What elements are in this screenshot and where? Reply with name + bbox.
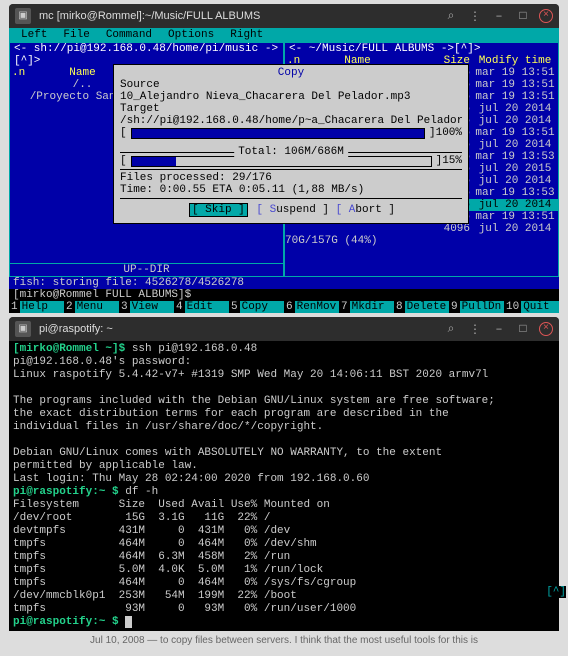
terminal-icon: ▣ <box>15 321 31 337</box>
term-titlebar: ▣ pi@raspotify: ~ ⌕ ⋮ – □ × <box>9 317 559 341</box>
term-line: permitted by applicable law. <box>13 460 198 472</box>
fkey-mkdir[interactable]: 7Mkdir <box>339 301 394 313</box>
copy-dialog: Copy Source 10_Alejandro Nieva_Chacarera… <box>113 64 469 224</box>
fkey-quit[interactable]: 10Quit <box>504 301 559 313</box>
shell-prompt[interactable]: [mirko@Rommel FULL ALBUMS]$ [^] <box>9 289 559 301</box>
menu-file[interactable]: File <box>55 29 97 41</box>
left-status: UP--DIR <box>10 263 283 276</box>
search-icon[interactable]: ⌕ <box>443 8 459 24</box>
mc-window: ▣ mc [mirko@Rommel]:~/Music/FULL ALBUMS … <box>9 4 559 313</box>
df-line: Filesystem Size Used Avail Use% Mounted … <box>13 499 330 511</box>
fkey-edit[interactable]: 4Edit <box>174 301 229 313</box>
fkey-menu[interactable]: 2Menu <box>64 301 119 313</box>
fish-status: fish: storing file: 4526278/4526278 <box>9 277 559 289</box>
footer-text: Jul 10, 2008 — to copy files between ser… <box>0 635 568 646</box>
df-line: tmpfs 93M 0 93M 0% /run/user/1000 <box>13 603 356 615</box>
menu-icon[interactable]: ⋮ <box>467 321 483 337</box>
table-row[interactable]: 4096jul 20 2014 <box>285 223 558 235</box>
menu-icon[interactable]: ⋮ <box>467 8 483 24</box>
time-eta: Time: 0:00.55 ETA 0:05.11 (1,88 MB/s) <box>120 184 462 196</box>
df-line: tmpfs 5.0M 4.0K 5.0M 1% /run/lock <box>13 564 323 576</box>
menu-right[interactable]: Right <box>222 29 271 41</box>
df-line: /dev/root 15G 3.1G 11G 22% / <box>13 512 270 524</box>
file-progress: [] 100% <box>120 127 462 139</box>
fkey-delete[interactable]: 8Delete <box>394 301 449 313</box>
term-line: pi@192.168.0.48's password: <box>13 356 191 368</box>
df-line: tmpfs 464M 0 464M 0% /sys/fs/cgroup <box>13 577 356 589</box>
fkey-help[interactable]: 1Help <box>9 301 64 313</box>
df-line: devtmpfs 431M 0 431M 0% /dev <box>13 525 290 537</box>
df-line: tmpfs 464M 6.3M 458M 2% /run <box>13 551 290 563</box>
fkey-pulldn[interactable]: 9PullDn <box>449 301 504 313</box>
df-line: /dev/mmcblk0p1 253M 54M 199M 22% /boot <box>13 590 297 602</box>
cursor <box>125 616 132 628</box>
maximize-icon[interactable]: □ <box>515 321 531 337</box>
col-mtime: Modify time <box>472 55 558 67</box>
source-label: Source <box>120 79 462 91</box>
dialog-title: Copy <box>120 67 462 79</box>
total-pct: 15% <box>442 155 462 167</box>
prompt-host: pi@raspotify:~ $ <box>13 616 119 628</box>
mc-window-title: mc [mirko@Rommel]:~/Music/FULL ALBUMS <box>39 10 443 22</box>
fkey-renmov[interactable]: 6RenMov <box>284 301 339 313</box>
term-line: individual files in /usr/share/doc/*/cop… <box>13 421 323 433</box>
target-file: /sh://pi@192.168.0.48/home/p~a_Chacarera… <box>120 115 462 127</box>
minimize-icon[interactable]: – <box>491 8 507 24</box>
suspend-button[interactable]: [ Suspend ] <box>256 204 329 216</box>
fkey-copy[interactable]: 5Copy <box>229 301 284 313</box>
term-line: Last login: Thu May 28 02:24:00 2020 fro… <box>13 473 369 485</box>
term-line: Debian GNU/Linux comes with ABSOLUTELY N… <box>13 447 442 459</box>
abort-button[interactable]: [ Abort ] <box>336 204 395 216</box>
menu-options[interactable]: Options <box>160 29 222 41</box>
menu-left[interactable]: Left <box>13 29 55 41</box>
terminal-output[interactable]: [mirko@Rommel ~]$ ssh pi@192.168.0.48 pi… <box>9 341 559 631</box>
total-label: Total: 106M/686M <box>234 146 348 158</box>
search-icon[interactable]: ⌕ <box>443 321 459 337</box>
skip-button[interactable]: [ Skip ] <box>189 203 248 217</box>
minimize-icon[interactable]: – <box>491 321 507 337</box>
close-icon[interactable]: × <box>539 322 553 336</box>
right-panel-path: <- ~/Music/FULL ALBUMS ->[^]> <box>285 43 558 55</box>
fkey-view[interactable]: 3View <box>119 301 174 313</box>
mc-menubar: Left File Command Options Right <box>9 28 559 42</box>
prompt-cmd: df -h <box>119 486 159 498</box>
term-window-title: pi@raspotify: ~ <box>39 323 443 335</box>
function-keys: 1Help2Menu3View4Edit5Copy6RenMov7Mkdir8D… <box>9 301 559 313</box>
col-n: .n <box>10 67 22 79</box>
prompt-cmd: ssh pi@192.168.0.48 <box>125 343 257 355</box>
maximize-icon[interactable]: □ <box>515 8 531 24</box>
disk-usage: 70G/157G (44%) <box>285 235 558 247</box>
close-icon[interactable]: × <box>539 9 553 23</box>
term-line: Linux raspotify 5.4.42-v7+ #1319 SMP Wed… <box>13 369 488 381</box>
mc-titlebar: ▣ mc [mirko@Rommel]:~/Music/FULL ALBUMS … <box>9 4 559 28</box>
term-line: The programs included with the Debian GN… <box>13 395 495 407</box>
source-file: 10_Alejandro Nieva_Chacarera Del Pelador… <box>120 91 462 103</box>
file-pct: 100% <box>436 127 462 139</box>
files-processed: Files processed: 29/176 <box>120 172 462 184</box>
menu-command[interactable]: Command <box>98 29 160 41</box>
terminal-window: ▣ pi@raspotify: ~ ⌕ ⋮ – □ × [mirko@Romme… <box>9 317 559 631</box>
terminal-icon: ▣ <box>15 8 31 24</box>
target-label: Target <box>120 103 462 115</box>
prompt-host: [mirko@Rommel ~]$ <box>13 343 125 355</box>
prompt-host: pi@raspotify:~ $ <box>13 486 119 498</box>
term-line: the exact distribution terms for each pr… <box>13 408 449 420</box>
df-line: tmpfs 464M 0 464M 0% /dev/shm <box>13 538 317 550</box>
